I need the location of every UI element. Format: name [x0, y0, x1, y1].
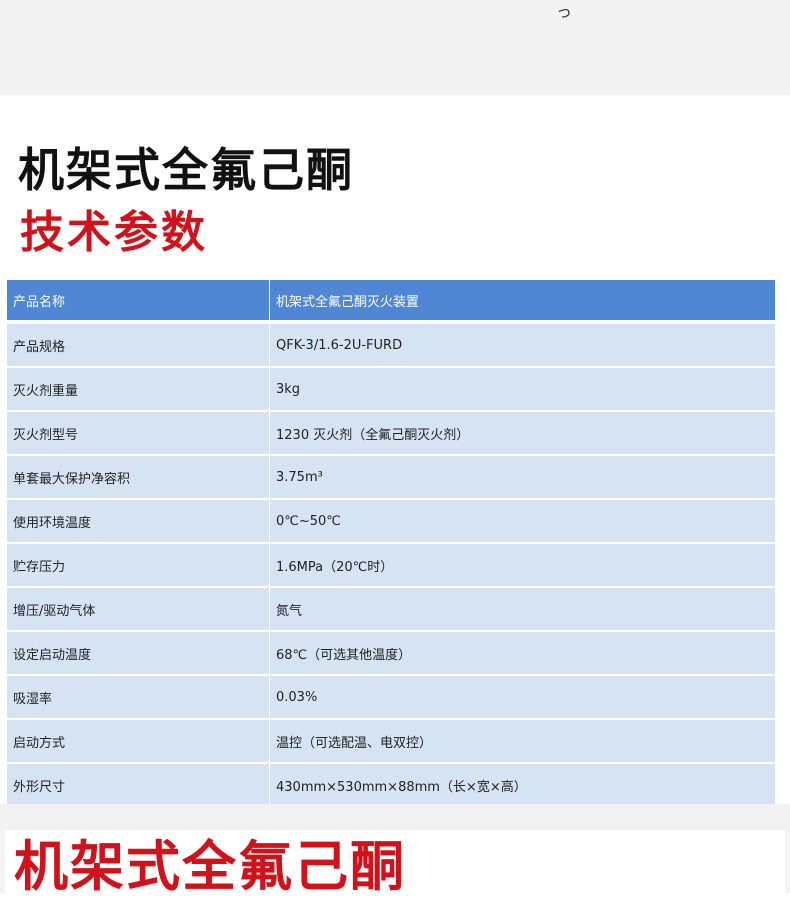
top-mark: っ — [556, 2, 573, 21]
table-row: 贮存压力 1.6MPa（20℃时） — [7, 542, 776, 588]
spec-table: 产品名称 机架式全氟己酮灭火装置 产品规格 QFK-3/1.6-2U-FURD … — [7, 280, 776, 807]
row-value: 3.75m³ — [269, 454, 776, 500]
row-label: 单套最大保护净容积 — [7, 454, 270, 500]
table-row: 灭火剂型号 1230 灭火剂（全氟己酮灭火剂） — [7, 410, 776, 456]
header-value-cell: 机架式全氟己酮灭火装置 — [269, 280, 776, 323]
row-label: 设定启动温度 — [7, 630, 270, 676]
table-row: 产品规格 QFK-3/1.6-2U-FURD — [7, 320, 776, 368]
next-section-title: 机架式全氟己酮 — [14, 835, 406, 898]
row-value: QFK-3/1.6-2U-FURD — [269, 320, 776, 368]
section-title: 技术参数 — [20, 207, 208, 258]
row-value: 1230 灭火剂（全氟己酮灭火剂） — [269, 410, 776, 456]
row-value: 0.03% — [269, 674, 776, 720]
row-label: 贮存压力 — [7, 542, 270, 588]
row-value: 1.6MPa（20℃时） — [269, 542, 776, 588]
row-label: 灭火剂型号 — [7, 410, 270, 456]
row-value: 68℃（可选其他温度） — [269, 630, 776, 676]
top-band: っ — [0, 0, 790, 95]
row-label: 启动方式 — [7, 718, 270, 764]
table-row: 使用环境温度 0℃~50℃ — [7, 498, 776, 544]
row-value: 430mm×530mm×88mm（长×宽×高） — [269, 762, 776, 807]
row-value: 0℃~50℃ — [269, 498, 776, 544]
row-label: 产品规格 — [7, 320, 270, 368]
table-row: 设定启动温度 68℃（可选其他温度） — [7, 630, 776, 676]
row-value: 氮气 — [269, 586, 776, 632]
row-value: 3kg — [269, 366, 776, 412]
row-value: 温控（可选配温、电双控） — [269, 718, 776, 764]
table-row: 灭火剂重量 3kg — [7, 366, 776, 412]
table-row: 外形尺寸 430mm×530mm×88mm（长×宽×高） — [7, 762, 776, 807]
table-row: 增压/驱动气体 氮气 — [7, 586, 776, 632]
page-title: 机架式全氟己酮 — [18, 143, 354, 197]
row-label: 使用环境温度 — [7, 498, 270, 544]
row-label: 灭火剂重量 — [7, 366, 270, 412]
row-label: 增压/驱动气体 — [7, 586, 270, 632]
table-header-row: 产品名称 机架式全氟己酮灭火装置 — [7, 280, 776, 323]
table-row: 启动方式 温控（可选配温、电双控） — [7, 718, 776, 764]
table-row: 单套最大保护净容积 3.75m³ — [7, 454, 776, 500]
header-label-cell: 产品名称 — [7, 280, 270, 323]
row-label: 外形尺寸 — [7, 762, 270, 807]
table-row: 吸湿率 0.03% — [7, 674, 776, 720]
row-label: 吸湿率 — [7, 674, 270, 720]
